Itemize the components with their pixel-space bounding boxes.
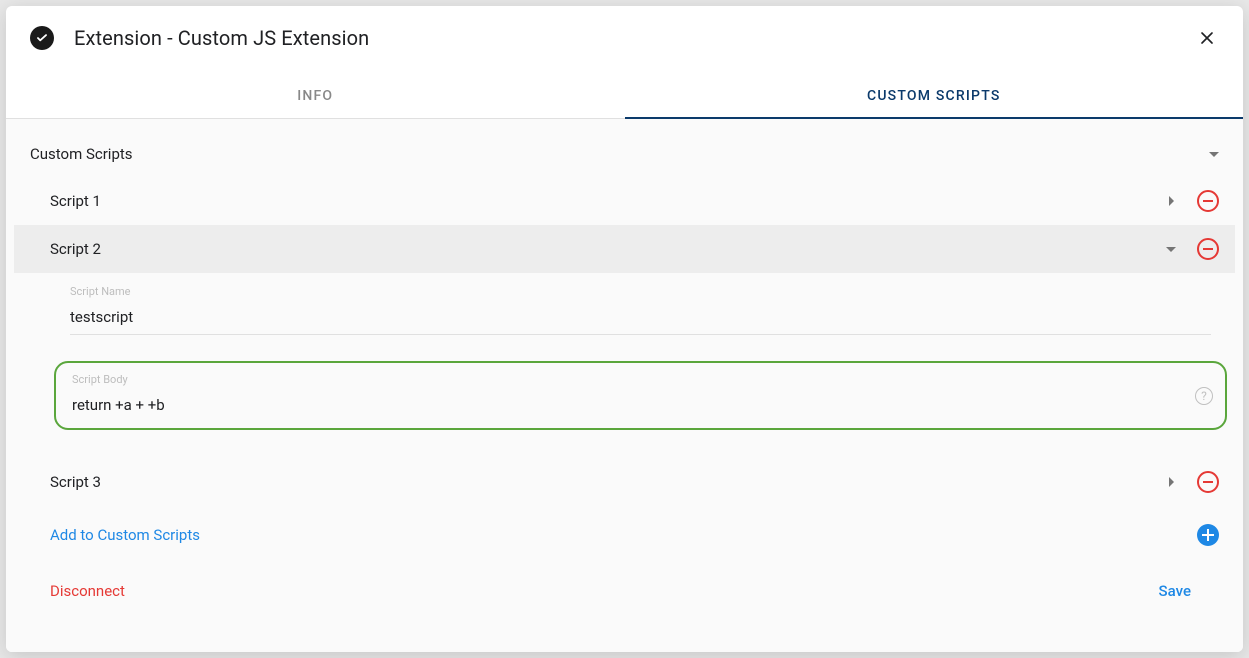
- add-label: Add to Custom Scripts: [50, 526, 1197, 544]
- script-details-2: Script Name testscript Script Body retur…: [14, 273, 1235, 458]
- remove-script-icon[interactable]: [1197, 471, 1219, 493]
- script-row-3[interactable]: Script 3: [14, 458, 1235, 506]
- add-script-button[interactable]: Add to Custom Scripts: [14, 506, 1235, 564]
- script-body-input[interactable]: return +a + +b: [72, 390, 1209, 414]
- script-name-input[interactable]: testscript: [70, 302, 1211, 335]
- script-body-field[interactable]: Script Body return +a + +b ?: [54, 361, 1227, 430]
- field-label: Script Name: [70, 285, 1211, 298]
- remove-script-icon[interactable]: [1197, 238, 1219, 260]
- field-label: Script Body: [72, 373, 1209, 386]
- chevron-down-icon: [1209, 152, 1219, 157]
- modal-title: Extension - Custom JS Extension: [74, 26, 1195, 50]
- section-custom-scripts[interactable]: Custom Scripts: [14, 131, 1235, 177]
- remove-script-icon[interactable]: [1197, 190, 1219, 212]
- content-area: Custom Scripts Script 1 Script 2 Script …: [6, 119, 1243, 652]
- script-label: Script 1: [50, 192, 1161, 210]
- tab-info[interactable]: INFO: [6, 74, 625, 118]
- tab-bar: INFO CUSTOM SCRIPTS: [6, 74, 1243, 119]
- section-title: Custom Scripts: [30, 145, 1209, 163]
- chevron-right-icon: [1169, 477, 1174, 487]
- save-button[interactable]: Save: [1159, 582, 1191, 600]
- close-button[interactable]: [1195, 26, 1219, 50]
- script-label: Script 3: [50, 473, 1161, 491]
- script-label: Script 2: [50, 240, 1161, 258]
- tab-custom-scripts[interactable]: CUSTOM SCRIPTS: [625, 74, 1244, 118]
- disconnect-button[interactable]: Disconnect: [50, 582, 1159, 600]
- modal-header: Extension - Custom JS Extension: [6, 6, 1243, 58]
- script-row-1[interactable]: Script 1: [14, 177, 1235, 225]
- plus-circle-icon: [1197, 524, 1219, 546]
- modal-footer: Disconnect Save: [14, 564, 1235, 622]
- check-circle-icon: [30, 26, 54, 50]
- help-icon[interactable]: ?: [1195, 387, 1213, 405]
- chevron-right-icon: [1169, 196, 1174, 206]
- modal-dialog: Extension - Custom JS Extension INFO CUS…: [6, 6, 1243, 652]
- script-row-2[interactable]: Script 2: [14, 225, 1235, 273]
- script-name-field[interactable]: Script Name testscript: [70, 285, 1211, 335]
- chevron-down-icon: [1166, 247, 1176, 252]
